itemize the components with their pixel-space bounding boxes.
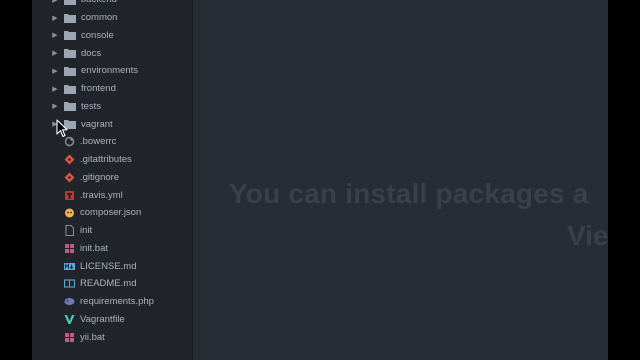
file-tree: ▶ backend ▶ common ▶ console ▶ docs ▶	[32, 0, 192, 346]
travis-icon	[64, 190, 75, 201]
composer-icon	[64, 207, 75, 218]
app-window: ▶ backend ▶ common ▶ console ▶ docs ▶	[32, 0, 608, 360]
tree-file-vagrantfile[interactable]: Vagrantfile	[32, 311, 192, 329]
git-icon	[64, 172, 75, 183]
folder-icon	[64, 84, 76, 94]
tree-file-label: yii.bat	[80, 331, 105, 343]
tree-folder-backend[interactable]: ▶ backend	[32, 0, 192, 9]
tree-file-label: requirements.php	[80, 296, 154, 308]
tree-folder-label: console	[81, 29, 114, 41]
tree-folder-environments[interactable]: ▶ environments	[32, 62, 192, 80]
tree-file-label: init.bat	[80, 242, 108, 254]
tree-folder-label: docs	[81, 47, 102, 59]
tree-file-init[interactable]: init	[32, 222, 192, 240]
tree-file-label: init	[80, 225, 93, 237]
folder-icon	[64, 31, 76, 41]
tree-file-label: .gitignore	[80, 171, 120, 183]
chevron-right-icon[interactable]: ▶	[51, 0, 59, 4]
tree-folder-label: tests	[81, 100, 102, 112]
tree-file-gitattributes[interactable]: .gitattributes	[32, 151, 192, 169]
tree-folder-label: backend	[81, 0, 117, 5]
chevron-right-icon[interactable]: ▶	[51, 49, 59, 57]
chevron-right-icon[interactable]: ▶	[51, 67, 59, 75]
tree-file-label: .bowerrc	[80, 136, 117, 148]
welcome-pane: You can install packages a Vie	[193, 0, 608, 360]
tree-file-label: Vagrantfile	[80, 313, 125, 325]
tree-file-requirements[interactable]: requirements.php	[32, 293, 192, 311]
tree-folder-tests[interactable]: ▶ tests	[32, 98, 192, 116]
folder-icon	[64, 102, 76, 112]
chevron-right-icon[interactable]: ▶	[51, 85, 59, 93]
book-icon	[64, 278, 75, 289]
folder-icon	[64, 13, 76, 23]
tree-file-label: LICENSE.md	[80, 260, 137, 272]
windows-icon	[64, 332, 75, 343]
chevron-right-icon[interactable]: ▶	[51, 31, 59, 39]
tree-folder-label: frontend	[81, 83, 116, 95]
tree-file-composer[interactable]: composer.json	[32, 204, 192, 222]
tree-file-yii-bat[interactable]: yii.bat	[32, 328, 192, 346]
chevron-right-icon[interactable]: ▶	[51, 14, 59, 22]
php-icon	[64, 296, 75, 307]
tree-file-travis[interactable]: .travis.yml	[32, 186, 192, 204]
file-icon	[64, 225, 75, 237]
tree-file-label: .travis.yml	[80, 189, 123, 201]
tree-file-gitignore[interactable]: .gitignore	[32, 169, 192, 187]
tree-folder-common[interactable]: ▶ common	[32, 9, 192, 27]
welcome-message: You can install packages a	[229, 178, 589, 209]
tree-view[interactable]: ▶ backend ▶ common ▶ console ▶ docs ▶	[32, 0, 193, 360]
tree-folder-console[interactable]: ▶ console	[32, 27, 192, 45]
mouse-pointer-icon	[56, 119, 68, 138]
tree-folder-frontend[interactable]: ▶ frontend	[32, 80, 192, 98]
markdown-icon	[64, 261, 75, 272]
tree-file-label: README.md	[80, 278, 137, 290]
tree-file-init-bat[interactable]: init.bat	[32, 240, 192, 258]
vagrant-icon	[64, 314, 75, 325]
tree-folder-label: environments	[81, 65, 139, 77]
git-icon	[64, 154, 75, 165]
folder-icon	[64, 0, 76, 5]
windows-icon	[64, 243, 75, 254]
tree-folder-label: common	[81, 12, 118, 24]
tree-folder-label: vagrant	[81, 118, 113, 130]
tree-file-readme[interactable]: README.md	[32, 275, 192, 293]
tree-file-license[interactable]: LICENSE.md	[32, 257, 192, 275]
tree-file-label: composer.json	[80, 207, 142, 219]
folder-icon	[64, 49, 76, 59]
chevron-right-icon[interactable]: ▶	[51, 102, 59, 110]
welcome-message-line2: Vie	[567, 220, 608, 251]
tree-file-label: .gitattributes	[80, 154, 132, 166]
tree-folder-docs[interactable]: ▶ docs	[32, 44, 192, 62]
folder-icon	[64, 66, 76, 76]
